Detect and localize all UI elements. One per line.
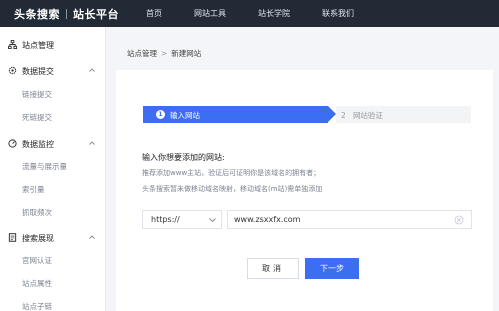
chevron-up-icon xyxy=(89,141,95,145)
sidebar-item-site-attributes[interactable]: 站点属性 xyxy=(22,278,52,289)
sidebar-item-official-verify[interactable]: 官网认证 xyxy=(22,255,52,266)
next-step-button[interactable]: 下一步 xyxy=(305,258,359,279)
chevron-up-icon xyxy=(89,68,95,72)
sidebar-item-deadlink-submit[interactable]: 死链提交 xyxy=(22,112,52,123)
sidebar-group-label: 站点管理 xyxy=(22,41,54,50)
breadcrumb-parent[interactable]: 站点管理 xyxy=(127,49,157,58)
sidebar-item-sitelinks[interactable]: 站点子链 xyxy=(22,301,52,311)
chevron-up-icon xyxy=(89,235,95,239)
document-icon xyxy=(8,233,17,242)
brand-divider xyxy=(66,9,67,19)
site-url-value: www.zsxxfx.com xyxy=(234,215,301,224)
form-description-line: 推荐添加www主站，验证后可证明你是该域名的拥有者； xyxy=(142,169,321,177)
step-label: 2 网站验证 xyxy=(341,110,383,121)
nav-item-academy[interactable]: 站长学院 xyxy=(258,0,290,27)
step-label-text: 网站验证 xyxy=(352,111,383,120)
sidebar-item-index[interactable]: 索引量 xyxy=(22,184,45,195)
step-label: 输入网站 xyxy=(170,111,200,120)
gauge-icon xyxy=(8,139,17,148)
gear-icon xyxy=(8,66,17,75)
form-description-line: 头条搜索暂未做移动域名映射，移动域名(m站)需单独添加 xyxy=(142,185,323,193)
sidebar-group-label: 数据提交 xyxy=(22,67,54,76)
breadcrumb: 站点管理 > 新建网站 xyxy=(127,48,201,59)
sidebar-item-link-submit[interactable]: 链接提交 xyxy=(22,89,52,100)
top-bar: 头条搜索 站长平台 首页 网站工具 站长学院 联系我们 xyxy=(0,0,499,27)
brand-subtitle: 站长平台 xyxy=(73,8,119,21)
site-url-input[interactable]: www.zsxxfx.com xyxy=(227,210,472,229)
brand-logo[interactable]: 头条搜索 站长平台 xyxy=(14,6,119,22)
sidebar-group-site-management[interactable]: 站点管理 xyxy=(0,36,106,54)
sidebar-item-crawl-frequency[interactable]: 抓取频次 xyxy=(22,207,52,218)
sidebar-group-label: 搜索展现 xyxy=(22,234,54,243)
step-input-site: 1 输入网站 xyxy=(143,106,336,123)
top-nav: 首页 网站工具 站长学院 联系我们 xyxy=(146,0,386,27)
sidebar-group-data-submit[interactable]: 数据提交 xyxy=(0,62,106,80)
form-question: 输入你想要添加的网站: xyxy=(142,153,225,162)
brand-name: 头条搜索 xyxy=(14,8,60,21)
chevron-down-icon xyxy=(209,218,216,222)
sidebar-group-data-monitor[interactable]: 数据监控 xyxy=(0,135,106,153)
protocol-select[interactable]: https:// xyxy=(142,210,222,229)
sidebar-group-label: 数据监控 xyxy=(22,140,54,149)
cancel-button[interactable]: 取消 xyxy=(247,258,299,279)
nav-item-tools[interactable]: 网站工具 xyxy=(194,0,226,27)
nav-item-contact[interactable]: 联系我们 xyxy=(322,0,354,27)
protocol-select-value: https:// xyxy=(151,215,180,224)
clear-icon[interactable] xyxy=(454,215,464,225)
step-verify-site: 2 网站验证 xyxy=(336,106,471,123)
sidebar: 站点管理 数据提交 链接提交 死链提交 数据监控 流量与展示量 索引量 抓取频次… xyxy=(0,27,106,311)
breadcrumb-separator: > xyxy=(161,49,168,58)
breadcrumb-current: 新建网站 xyxy=(171,49,202,58)
sidebar-group-search-display[interactable]: 搜索展现 xyxy=(0,229,106,247)
step-number: 2 xyxy=(341,111,346,120)
nav-item-home[interactable]: 首页 xyxy=(146,0,162,27)
sidebar-item-traffic[interactable]: 流量与展示量 xyxy=(22,161,67,172)
step-number: 1 xyxy=(156,110,165,119)
sitemap-icon xyxy=(8,40,17,49)
